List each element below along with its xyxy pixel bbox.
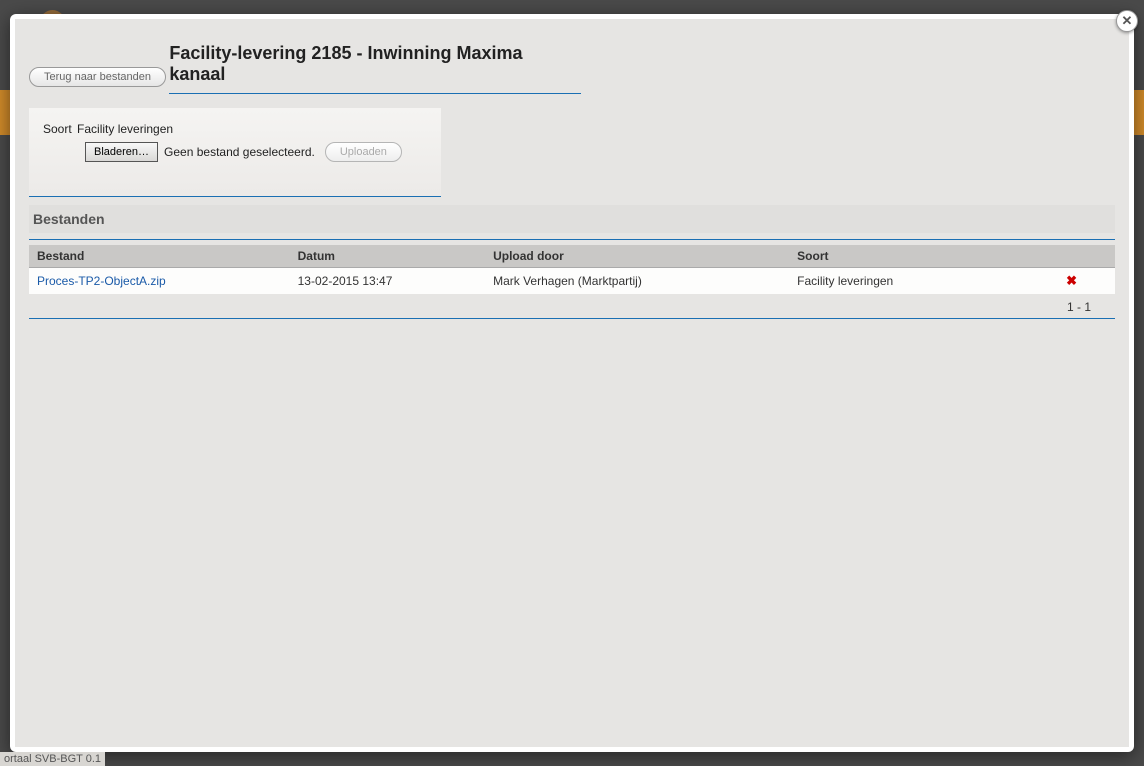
page-title: Facility-levering 2185 - Inwinning Maxim… bbox=[169, 43, 581, 85]
table-row: Proces-TP2-ObjectA.zip 13-02-2015 13:47 … bbox=[29, 268, 1115, 295]
modal-body: Terug naar bestanden Facility-levering 2… bbox=[15, 19, 1129, 747]
soort-value: Facility leveringen bbox=[77, 122, 173, 136]
modal-dialog: ✕ Terug naar bestanden Facility-levering… bbox=[10, 14, 1134, 752]
browse-button[interactable]: Bladeren… bbox=[85, 142, 158, 162]
upload-button[interactable]: Uploaden bbox=[325, 142, 402, 162]
pager-text: 1 - 1 bbox=[29, 294, 1115, 318]
upload-panel: Soort Facility leveringen Bladeren… Geen… bbox=[29, 108, 441, 197]
cell-soort: Facility leveringen bbox=[789, 268, 1028, 295]
delete-icon[interactable]: ✖ bbox=[1066, 273, 1077, 288]
col-header-datum[interactable]: Datum bbox=[290, 245, 485, 268]
files-table-wrap: Bestand Datum Upload door Soort Proces-T… bbox=[29, 239, 1115, 319]
close-icon[interactable]: ✕ bbox=[1116, 10, 1138, 32]
soort-label: Soort bbox=[43, 122, 72, 136]
col-header-upload-door[interactable]: Upload door bbox=[485, 245, 789, 268]
files-table: Bestand Datum Upload door Soort Proces-T… bbox=[29, 245, 1115, 294]
back-to-files-button[interactable]: Terug naar bestanden bbox=[29, 67, 166, 87]
files-section-title: Bestanden bbox=[29, 205, 1115, 233]
footer-text: ortaal SVB-BGT 0.1 bbox=[0, 752, 105, 766]
table-bottom-divider bbox=[29, 318, 1115, 319]
col-header-actions bbox=[1028, 245, 1115, 268]
col-header-bestand[interactable]: Bestand bbox=[29, 245, 290, 268]
col-header-soort[interactable]: Soort bbox=[789, 245, 1028, 268]
cell-datum: 13-02-2015 13:47 bbox=[290, 268, 485, 295]
cell-upload-door: Mark Verhagen (Marktpartij) bbox=[485, 268, 789, 295]
no-file-selected-text: Geen bestand geselecteerd. bbox=[164, 145, 315, 159]
file-link[interactable]: Proces-TP2-ObjectA.zip bbox=[37, 274, 166, 288]
